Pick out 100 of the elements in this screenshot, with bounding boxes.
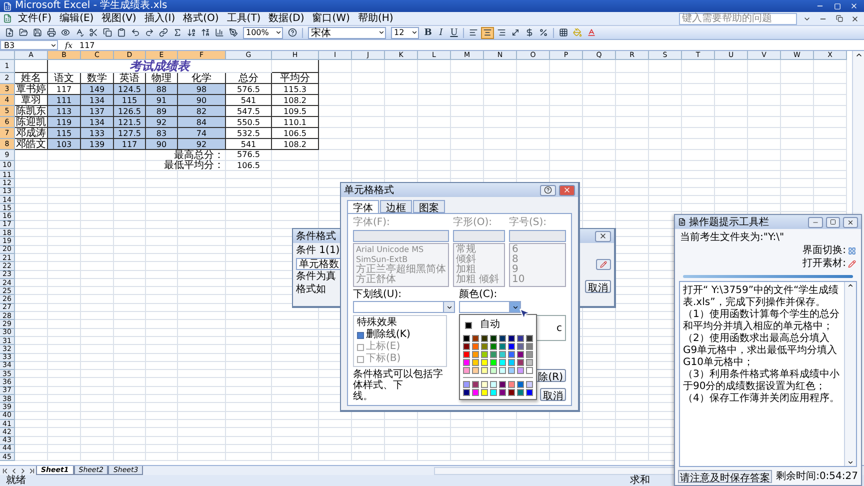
field-label: 字形(O): bbox=[453, 217, 494, 229]
menu-item[interactable]: 编辑(E) bbox=[58, 12, 96, 24]
switch-label: 界面切换: bbox=[802, 245, 846, 257]
function-label[interactable]: fx bbox=[62, 40, 76, 50]
menu-item[interactable]: 插入(I) bbox=[142, 12, 178, 24]
table-cell: 98 bbox=[178, 84, 226, 95]
table-cell: 115 bbox=[114, 95, 146, 106]
table-cell: 108.2 bbox=[272, 95, 319, 106]
table-cell: 550.5 bbox=[226, 117, 272, 128]
instruction-text: 打开“ Y:\3759”中的文件“学生成绩表.xls”，完成下列操作并保存。 bbox=[683, 285, 840, 308]
dialog-tab[interactable]: 图案 bbox=[413, 200, 445, 213]
table-cell: 90 bbox=[178, 95, 226, 106]
checkbox-label[interactable]: 删除线(K) bbox=[366, 329, 410, 341]
field-label: 颜色(C): bbox=[459, 289, 498, 301]
table-cell: 92 bbox=[178, 139, 226, 150]
table-cell: 121.5 bbox=[114, 117, 146, 128]
formula-value[interactable]: 117 bbox=[79, 40, 95, 50]
table-cell: 547.5 bbox=[226, 106, 272, 117]
table-cell: 139 bbox=[81, 139, 114, 150]
automatic-option[interactable]: 自动 bbox=[480, 319, 500, 331]
instruction-text: （4）保存工作薄并关闭应用程序。 bbox=[683, 393, 840, 405]
condition-text: 条件为真 bbox=[296, 271, 337, 283]
table-cell: 90 bbox=[146, 139, 178, 150]
font-style-button[interactable]: I bbox=[435, 26, 447, 38]
group-label: 特殊效果 bbox=[357, 317, 398, 328]
dialog-button[interactable]: 除(R) bbox=[535, 369, 566, 382]
table-cell: 83 bbox=[146, 128, 178, 139]
table-cell: 115.3 bbox=[272, 84, 319, 95]
table-cell: 576.5 bbox=[226, 84, 272, 95]
zoom-combo[interactable]: 100% bbox=[243, 26, 283, 38]
table-cell: 74 bbox=[178, 128, 226, 139]
font-size-combo[interactable]: 12 bbox=[391, 26, 419, 38]
status-text: 就绪 bbox=[6, 475, 26, 486]
condition-label: 条件 1(1) bbox=[296, 245, 341, 257]
instruction-text: （3）利用条件格式将单科成绩中小于90分的成绩数据设置为红色； bbox=[683, 369, 840, 392]
menu-item[interactable]: 工具(T) bbox=[224, 12, 263, 24]
table-cell: 113 bbox=[48, 106, 81, 117]
table-cell: 89 bbox=[146, 106, 178, 117]
table-cell: 108.2 bbox=[272, 139, 319, 150]
instruction-text: （2）使用函数求出最高总分填入G9单元格中，求出最低平均分填入G10单元格中； bbox=[683, 333, 838, 368]
table-cell: 最低平均分： bbox=[146, 160, 226, 171]
table-cell: 106.5 bbox=[272, 128, 319, 139]
menu-item[interactable]: 文件(F) bbox=[16, 12, 54, 24]
dialog-tab[interactable]: 边框 bbox=[380, 200, 412, 213]
table-cell: 134 bbox=[81, 95, 114, 106]
table-cell: 103 bbox=[48, 139, 81, 150]
menu-item[interactable]: 帮助(H) bbox=[356, 12, 396, 24]
condition-text: 格式如 bbox=[296, 284, 327, 296]
menu-item[interactable]: 格式(O) bbox=[181, 12, 221, 24]
table-cell: 总分 bbox=[226, 73, 272, 84]
window-title: Microsoft Excel - 学生成绩表.xls bbox=[15, 0, 168, 12]
panel-title: 操作题提示工具栏 bbox=[689, 216, 769, 229]
table-cell: 姓名 bbox=[15, 73, 48, 84]
table-cell: 84 bbox=[178, 117, 226, 128]
instruction-text: （1）使用函数计算每个学生的总分和平均分并填入相应的单元格中； bbox=[683, 309, 840, 332]
sheet-title: 考试成绩表 bbox=[130, 58, 190, 72]
table-cell: 541 bbox=[226, 95, 272, 106]
dialog-title: 单元格格式 bbox=[344, 184, 394, 197]
table-cell: 126.5 bbox=[114, 106, 146, 117]
table-cell: 110.1 bbox=[272, 117, 319, 128]
table-cell: 111 bbox=[48, 95, 81, 106]
menu-item[interactable]: 窗口(W) bbox=[310, 12, 352, 24]
table-cell: 106.5 bbox=[226, 160, 272, 171]
status-text: 求和 bbox=[630, 475, 650, 486]
folder-path-text: 当前考生文件夹为:"Y:\" bbox=[680, 232, 786, 244]
table-cell: 134 bbox=[81, 117, 114, 128]
table-cell: 137 bbox=[81, 106, 114, 117]
field-label: 字号(S): bbox=[509, 217, 548, 229]
note-text: 条件格式可以包括字体样式、下 bbox=[353, 369, 444, 391]
menu-item[interactable]: 视图(V) bbox=[100, 12, 138, 24]
merged-cell[interactable]: 考试成绩表 bbox=[48, 60, 272, 73]
dialog-tab[interactable]: 字体 bbox=[347, 200, 379, 213]
cancel-button[interactable]: 取消 bbox=[585, 280, 611, 293]
note-text: 线。 bbox=[353, 391, 374, 402]
table-cell: 92 bbox=[146, 117, 178, 128]
name-box[interactable]: B3 bbox=[0, 40, 58, 50]
save-reminder-button[interactable]: 请注意及时保存答案 bbox=[678, 470, 772, 482]
help-search-field[interactable]: 键入需要帮助的问题 bbox=[679, 12, 797, 24]
table-cell: 115 bbox=[48, 128, 81, 139]
table-cell: 91 bbox=[146, 95, 178, 106]
table-cell: 88 bbox=[146, 84, 178, 95]
field-label: 下划线(U): bbox=[353, 289, 402, 301]
table-cell: 119 bbox=[48, 117, 81, 128]
table-cell: 532.5 bbox=[226, 128, 272, 139]
table-cell: 124.5 bbox=[114, 84, 146, 95]
table-cell: 541 bbox=[226, 139, 272, 150]
table-cell: 最高总分： bbox=[146, 150, 226, 160]
remaining-time-text: 剩余时间:0:54:27 bbox=[776, 470, 858, 483]
table-cell: 117 bbox=[114, 139, 146, 150]
dialog-title: 条件格式 bbox=[296, 230, 336, 243]
menu-item[interactable]: 数据(D) bbox=[266, 12, 306, 24]
table-cell: 109.5 bbox=[272, 106, 319, 117]
font-style-button[interactable]: B bbox=[422, 26, 434, 38]
dialog-button[interactable]: 取消 bbox=[540, 388, 566, 401]
font-style-button[interactable]: U bbox=[448, 26, 460, 38]
field-label: 字体(F): bbox=[353, 217, 391, 229]
font-combo[interactable]: 宋体 bbox=[308, 26, 386, 38]
table-cell: 语文 bbox=[48, 73, 81, 84]
table-cell: 82 bbox=[178, 106, 226, 117]
table-cell: 576.5 bbox=[226, 150, 272, 160]
